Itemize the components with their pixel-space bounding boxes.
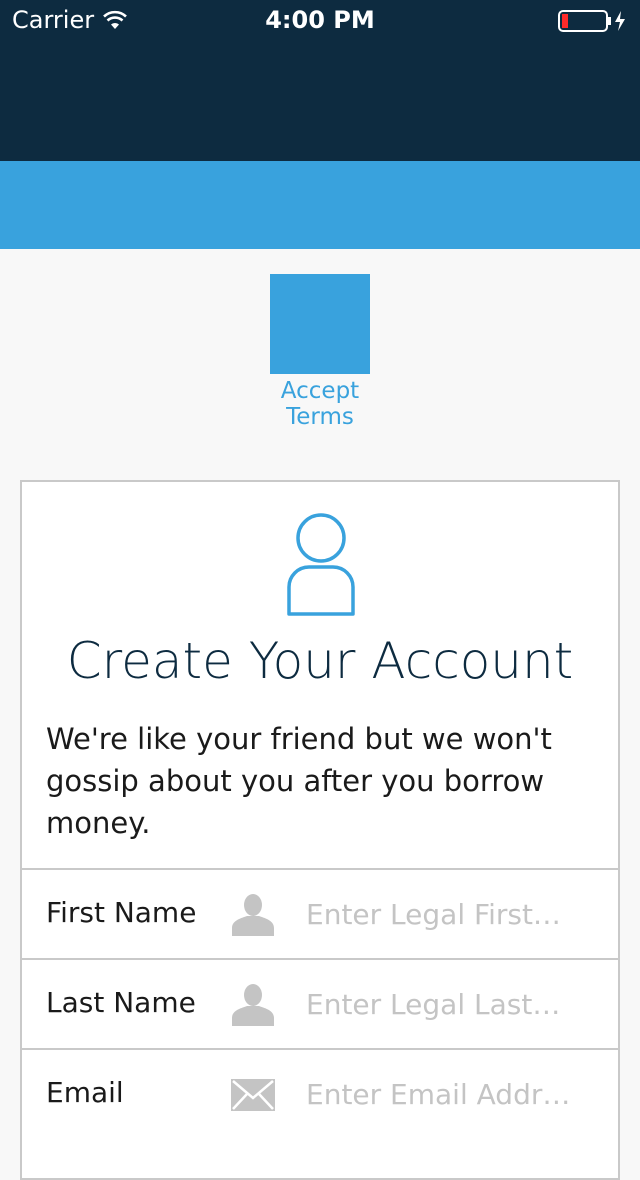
page-subtitle: We're like your friend but we won't goss… — [46, 722, 552, 840]
email-row: Email — [22, 1048, 618, 1138]
page-title: Create Your Account — [66, 632, 574, 690]
accept-terms-checkbox[interactable] — [270, 274, 370, 374]
first-name-row: First Name — [22, 868, 618, 958]
navigation-bar — [0, 40, 640, 161]
first-name-label: First Name — [46, 896, 197, 929]
accept-terms-button[interactable]: Accept Terms — [220, 274, 420, 430]
create-account-card: Create Your Account We're like your frie… — [20, 480, 620, 1180]
status-bar: Carrier 4:00 PM — [0, 0, 640, 40]
last-name-row: Last Name — [22, 958, 618, 1048]
accept-terms-label: Accept Terms — [280, 378, 360, 430]
first-name-input[interactable] — [306, 888, 598, 940]
envelope-icon — [231, 1079, 275, 1111]
last-name-label: Last Name — [46, 986, 196, 1019]
last-name-input[interactable] — [306, 978, 598, 1030]
status-time: 4:00 PM — [265, 6, 375, 34]
progress-bar — [0, 161, 640, 249]
email-input[interactable] — [306, 1068, 598, 1120]
battery-icon — [558, 10, 625, 32]
person-icon — [232, 984, 274, 1026]
person-icon — [232, 894, 274, 936]
email-label: Email — [46, 1076, 124, 1109]
user-avatar-icon — [287, 513, 355, 616]
